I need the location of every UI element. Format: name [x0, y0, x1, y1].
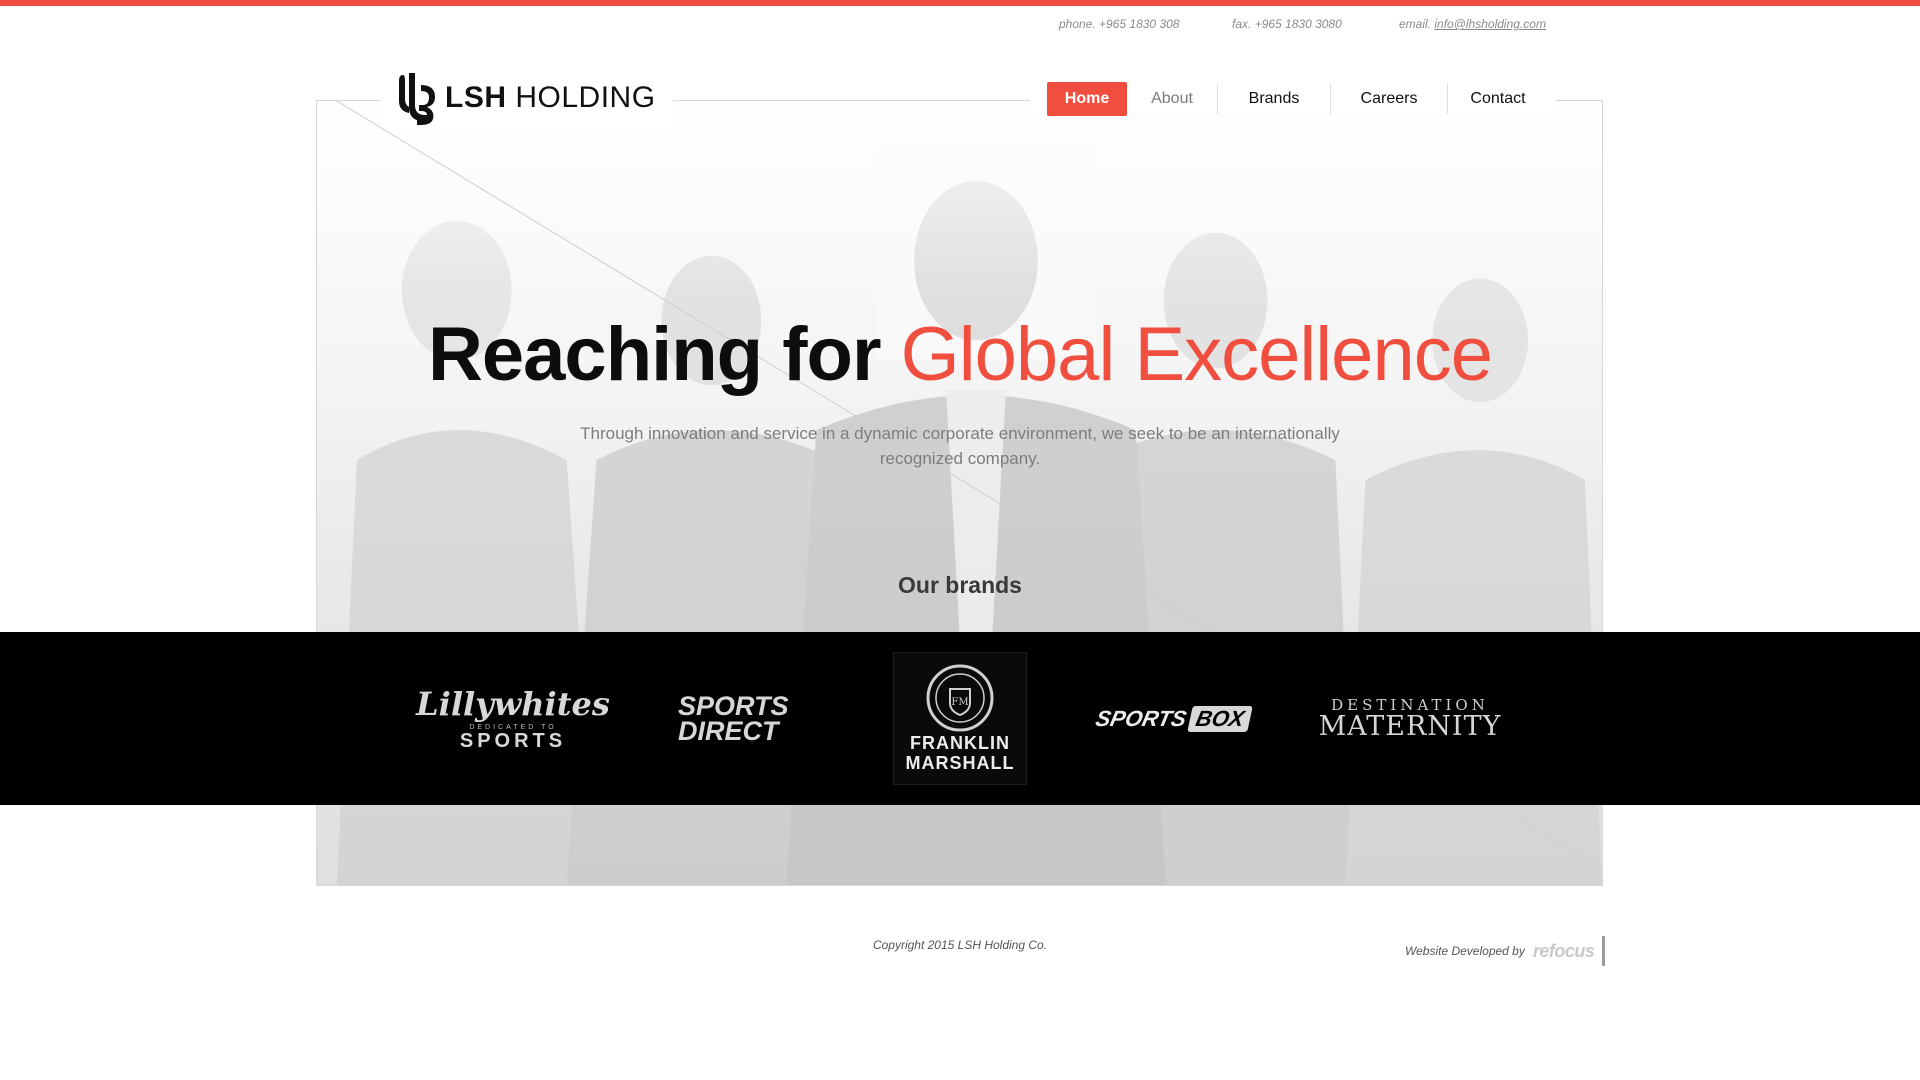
headline-dark-part: Reaching for	[428, 312, 881, 397]
nav-brands[interactable]: Brands	[1218, 82, 1330, 116]
hero-headline: Reaching for Global Excellence	[0, 310, 1920, 400]
hero-subline: Through innovation and service in a dyna…	[580, 424, 1340, 468]
brand-sportsbox-sports: SPORTS	[1093, 705, 1189, 731]
brand-lillywhites-name: Lillywhites	[416, 685, 610, 723]
main-nav: Home About Brands Careers Contact	[1030, 82, 1556, 116]
contact-strip: phone. +965 1830 308 fax. +965 1830 3080…	[0, 17, 1920, 35]
brand-sports-direct-bottom: DIRECT	[678, 715, 779, 746]
logo-wordmark: LSH HOLDING	[445, 81, 656, 114]
brand-lillywhites-sub: SPORTS	[459, 730, 567, 752]
footer-developer-credit: Website Developed by refocus	[1405, 936, 1606, 966]
developer-logo-bar	[1602, 936, 1606, 966]
brand-franklin-marshall-tile: FM FRANKLIN MARSHALL	[893, 652, 1027, 785]
developer-logo[interactable]: refocus	[1533, 941, 1595, 962]
developed-by-label: Website Developed by	[1405, 944, 1525, 958]
top-accent-bar	[0, 0, 1920, 6]
brand-franklin-name: FRANKLIN	[910, 733, 1010, 753]
brand-maternity-word: MATERNITY	[1318, 710, 1502, 742]
nav-careers[interactable]: Careers	[1331, 82, 1447, 116]
phone-number: +965 1830 308	[1099, 17, 1180, 31]
brand-sportsbox-logo[interactable]: SPORTS BOX	[1092, 632, 1253, 805]
fax-number: +965 1830 3080	[1254, 17, 1342, 31]
footer-copyright: Copyright 2015 LSH Holding Co.	[872, 938, 1048, 952]
brand-sportsbox-box: BOX	[1187, 705, 1253, 732]
brand-lillywhites-logo[interactable]: Lillywhites DEDICATED TO SPORTS	[416, 632, 610, 805]
fax-info: fax. +965 1830 3080	[1232, 17, 1342, 31]
brand-marshall-name: MARSHALL	[905, 753, 1015, 773]
nav-about[interactable]: About	[1127, 82, 1217, 116]
nav-contact[interactable]: Contact	[1448, 82, 1548, 116]
email-info: email. info@lhsholding.com	[1399, 17, 1546, 31]
brands-section-title: Our brands	[898, 572, 1022, 598]
nav-home[interactable]: Home	[1047, 82, 1127, 116]
svg-text:FM: FM	[951, 697, 968, 708]
lsh-monogram-icon	[399, 73, 435, 125]
brand-franklin-marshall-logo[interactable]: FM FRANKLIN MARSHALL	[892, 632, 1028, 805]
brand-destination-maternity-logo[interactable]: DESTINATION MATERNITY	[1319, 632, 1501, 805]
franklin-marshall-crest-icon: FM	[926, 664, 994, 732]
brand-sports-direct-logo[interactable]: SPORTS DIRECT	[670, 632, 800, 805]
site-logo[interactable]: LSH HOLDING	[381, 70, 673, 126]
email-link[interactable]: info@lhsholding.com	[1434, 17, 1546, 31]
brands-band: Lillywhites DEDICATED TO SPORTS SPORTS D…	[0, 632, 1920, 805]
brand-sports-direct-top: SPORTS	[678, 690, 789, 721]
phone-info: phone. +965 1830 308	[1059, 17, 1180, 31]
headline-accent-part: Global Excellence	[900, 312, 1493, 397]
